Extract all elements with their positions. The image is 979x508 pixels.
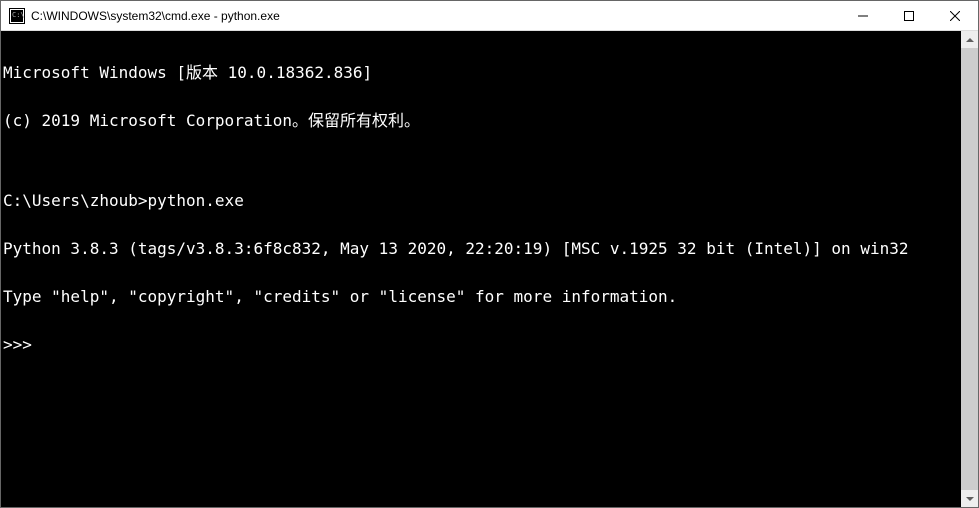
terminal-line: (c) 2019 Microsoft Corporation。保留所有权利。 <box>3 113 978 129</box>
cmd-icon: C:\ <box>9 8 25 24</box>
maximize-button[interactable] <box>886 1 932 30</box>
window: C:\ C:\WINDOWS\system32\cmd.exe - python… <box>0 0 979 508</box>
terminal-line: C:\Users\zhoub>python.exe <box>3 193 978 209</box>
scroll-track[interactable] <box>961 48 978 490</box>
scroll-thumb[interactable] <box>961 48 978 490</box>
window-title: C:\WINDOWS\system32\cmd.exe - python.exe <box>31 9 840 23</box>
terminal-prompt: >>> <box>3 337 978 353</box>
vertical-scrollbar[interactable] <box>961 31 978 507</box>
window-controls <box>840 1 978 30</box>
terminal-line: Microsoft Windows [版本 10.0.18362.836] <box>3 65 978 81</box>
terminal-area[interactable]: Microsoft Windows [版本 10.0.18362.836] (c… <box>1 31 978 507</box>
terminal-line: Type "help", "copyright", "credits" or "… <box>3 289 978 305</box>
scroll-up-button[interactable] <box>961 31 978 48</box>
titlebar[interactable]: C:\ C:\WINDOWS\system32\cmd.exe - python… <box>1 1 978 31</box>
svg-text:C:\: C:\ <box>12 11 25 19</box>
terminal-line: Python 3.8.3 (tags/v3.8.3:6f8c832, May 1… <box>3 241 978 257</box>
scroll-down-button[interactable] <box>961 490 978 507</box>
close-button[interactable] <box>932 1 978 30</box>
minimize-button[interactable] <box>840 1 886 30</box>
